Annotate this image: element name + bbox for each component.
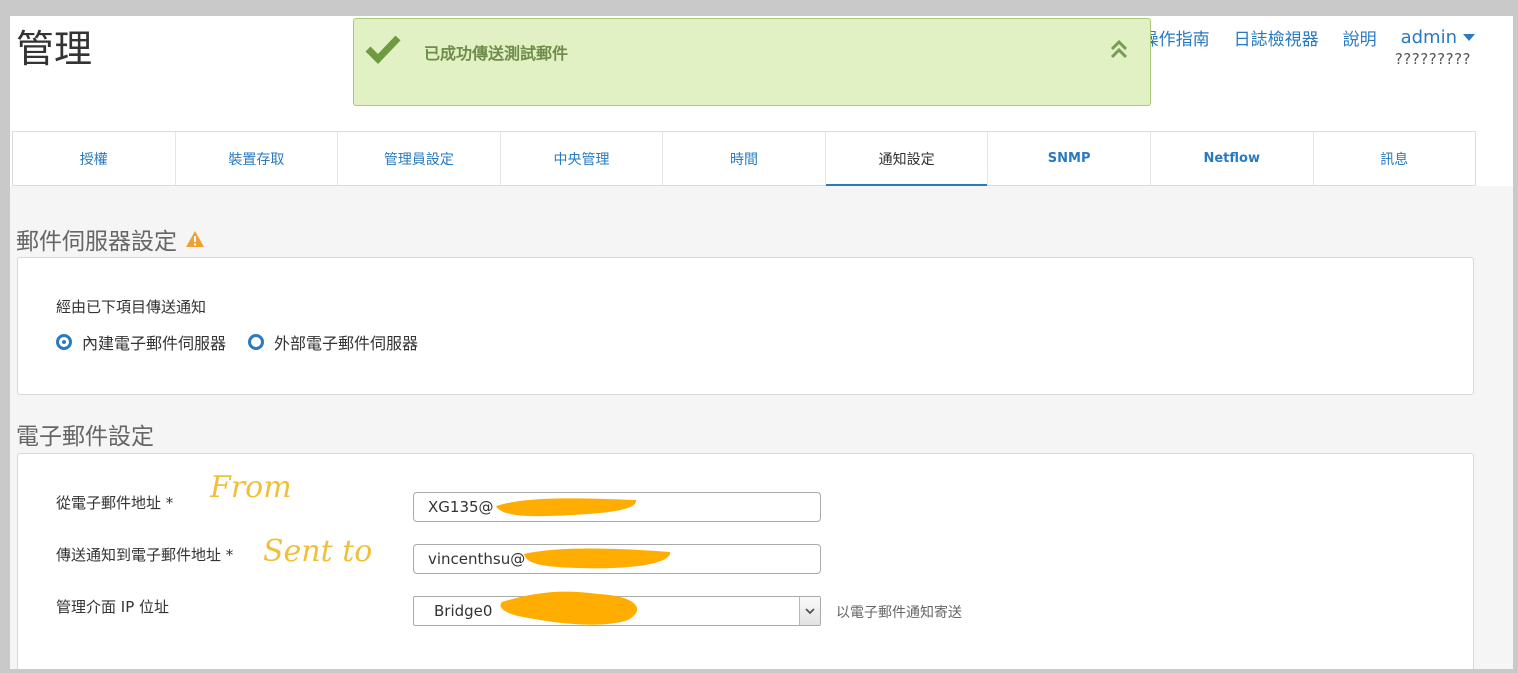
caret-down-icon xyxy=(1463,34,1475,41)
radio-builtin-button[interactable] xyxy=(56,334,72,350)
tab-notification-settings[interactable]: 通知設定 xyxy=(825,132,989,186)
tab-snmp[interactable]: SNMP xyxy=(988,132,1151,185)
management-ip-label: 管理介面 IP 位址 xyxy=(56,598,170,616)
guide-link-label: 操作指南 xyxy=(1141,30,1210,50)
tab-time[interactable]: 時間 xyxy=(663,132,826,185)
management-ip-select[interactable]: Bridge0 xyxy=(413,596,821,626)
mail-server-title-text: 郵件伺服器設定 xyxy=(16,229,177,255)
handwritten-sent-to: Sent to xyxy=(263,534,373,569)
content-area: 郵件伺服器設定 經由已下項目傳送通知 內建電子郵件伺服器 外部電子郵件伺服器 電… xyxy=(10,186,1513,669)
device-name: ????????? xyxy=(1394,50,1471,68)
radio-external-label: 外部電子郵件伺服器 xyxy=(274,334,419,353)
checkmark-icon xyxy=(365,35,401,65)
email-settings-section-title: 電子郵件設定 xyxy=(16,417,154,451)
page-title: 管理 xyxy=(16,27,93,71)
tab-admin-settings[interactable]: 管理員設定 xyxy=(338,132,501,185)
tab-bar: 授權 裝置存取 管理員設定 中央管理 時間 通知設定 SNMP Netflow … xyxy=(12,131,1476,186)
send-via-label: 經由已下項目傳送通知 xyxy=(56,298,207,316)
chevron-down-icon xyxy=(805,607,815,614)
log-viewer-link[interactable]: 日誌檢視器 xyxy=(1234,25,1319,50)
mail-server-radio-group: 內建電子郵件伺服器 外部電子郵件伺服器 xyxy=(56,330,440,354)
dropdown-arrow[interactable] xyxy=(799,597,820,625)
mail-server-section-title: 郵件伺服器設定 xyxy=(16,222,205,256)
success-toast: 已成功傳送測試郵件 xyxy=(353,18,1151,106)
from-email-label: 從電子郵件地址 * xyxy=(56,494,174,512)
management-ip-hint: 以電子郵件通知寄送 xyxy=(836,605,962,621)
tab-license[interactable]: 授權 xyxy=(13,132,176,185)
tab-central-management[interactable]: 中央管理 xyxy=(501,132,664,185)
tab-messages[interactable]: 訊息 xyxy=(1314,132,1476,185)
toast-message: 已成功傳送測試郵件 xyxy=(424,44,569,63)
radio-external-server[interactable]: 外部電子郵件伺服器 xyxy=(248,330,418,354)
double-chevron-up-icon[interactable] xyxy=(1110,39,1128,59)
tab-device-access[interactable]: 裝置存取 xyxy=(176,132,339,185)
app-window: 管理 操作指南 日誌檢視器 說明 admin ????????? 已成功傳送測試… xyxy=(10,16,1513,669)
radio-external-button[interactable] xyxy=(248,334,265,350)
user-menu[interactable]: admin xyxy=(1401,27,1475,48)
warning-icon xyxy=(186,231,204,247)
email-settings-title-text: 電子郵件設定 xyxy=(16,424,154,450)
to-email-label: 傳送通知到電子郵件地址 * xyxy=(56,546,234,564)
management-ip-value: Bridge0 xyxy=(434,602,493,620)
tab-netflow[interactable]: Netflow xyxy=(1151,132,1314,185)
help-link[interactable]: 說明 xyxy=(1343,25,1377,50)
from-email-input[interactable] xyxy=(413,492,821,522)
to-email-input[interactable] xyxy=(413,544,821,574)
radio-builtin-label: 內建電子郵件伺服器 xyxy=(82,334,227,353)
email-settings-panel: 從電子郵件地址 * 傳送通知到電子郵件地址 * 管理介面 IP 位址 Bridg… xyxy=(17,453,1474,669)
user-menu-label: admin xyxy=(1400,27,1457,48)
radio-builtin-server[interactable]: 內建電子郵件伺服器 xyxy=(56,330,226,354)
handwritten-from: From xyxy=(210,470,292,505)
mail-server-panel: 經由已下項目傳送通知 內建電子郵件伺服器 外部電子郵件伺服器 xyxy=(17,257,1474,395)
